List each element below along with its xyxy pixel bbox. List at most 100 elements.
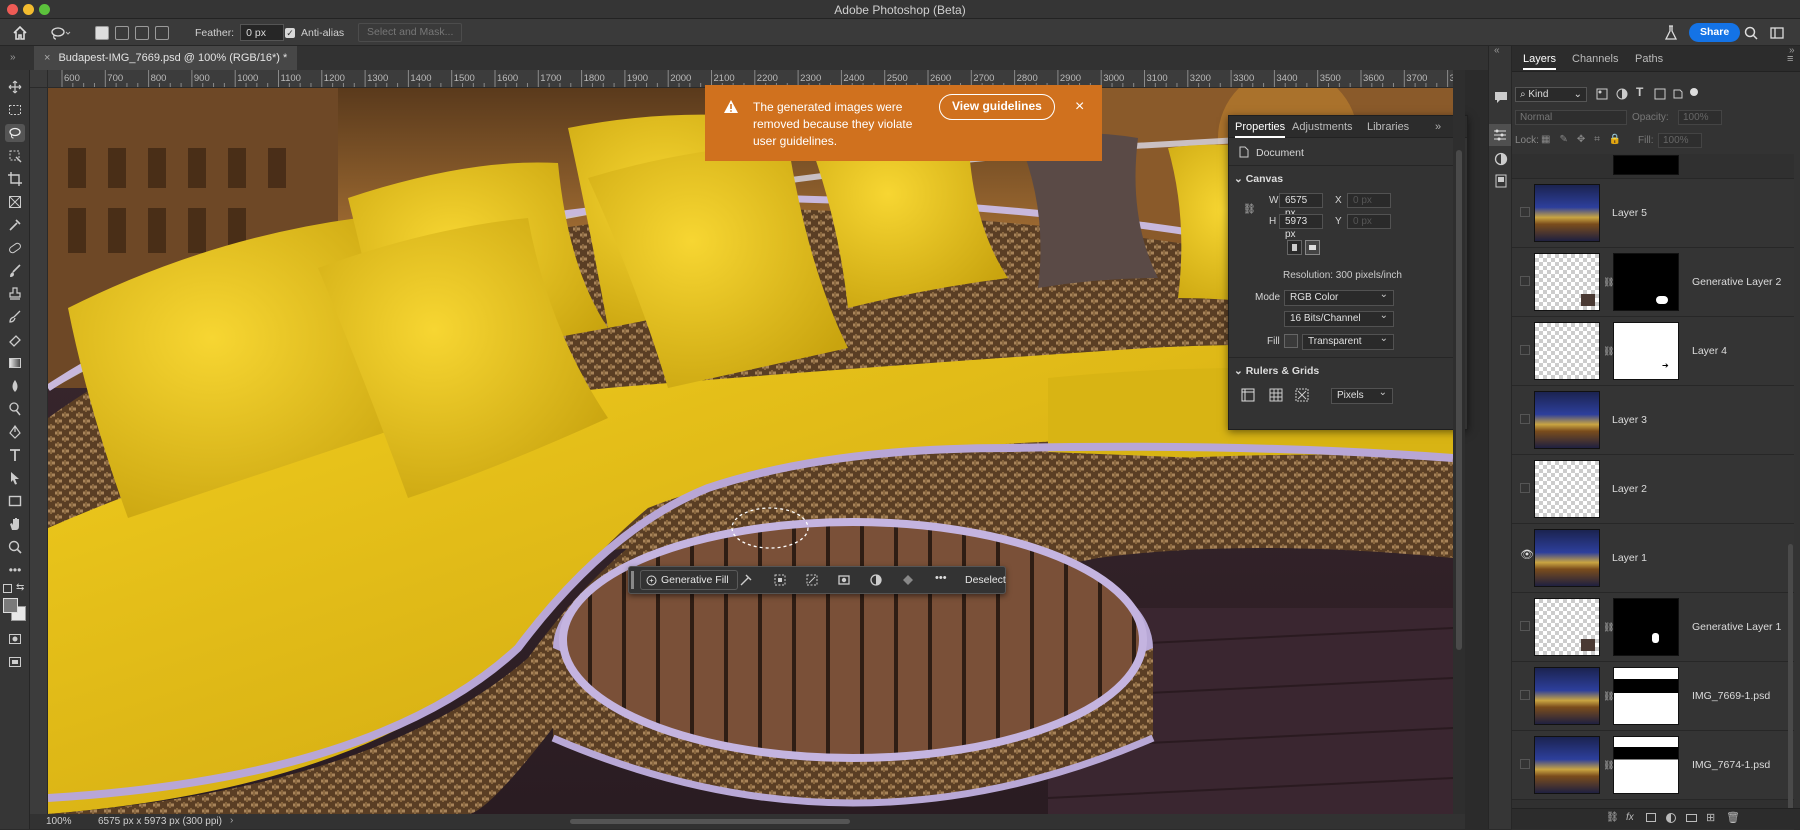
- landscape-orientation-icon[interactable]: [1305, 240, 1320, 255]
- tab-libraries[interactable]: Libraries: [1367, 121, 1409, 133]
- bit-depth-select[interactable]: 16 Bits/Channel: [1284, 309, 1394, 327]
- panel-expand-icon[interactable]: »: [1435, 121, 1441, 133]
- ruler-toggle-icon[interactable]: [1241, 388, 1255, 402]
- layer-mask-thumbnail[interactable]: [1613, 667, 1679, 725]
- more-options-icon[interactable]: •••: [935, 572, 947, 584]
- intersect-selection-button[interactable]: [155, 25, 169, 40]
- eraser-tool-icon[interactable]: [5, 331, 25, 349]
- layer-row[interactable]: ⛓ IMG_7669-1.psd: [1512, 662, 1794, 731]
- add-mask-icon[interactable]: [1646, 813, 1656, 822]
- visibility-toggle[interactable]: [1520, 690, 1530, 700]
- tab-properties[interactable]: Properties: [1235, 121, 1286, 138]
- layer-row[interactable]: 👁 Layer 1: [1512, 524, 1794, 593]
- mask-link-icon[interactable]: ⛓: [1603, 622, 1614, 632]
- layer-mask-thumbnail[interactable]: [1613, 155, 1679, 175]
- quick-mask-icon[interactable]: [5, 630, 25, 648]
- status-menu-chevron-icon[interactable]: ›: [230, 815, 233, 826]
- filter-smart-object-icon[interactable]: [1672, 88, 1684, 100]
- default-colors-icon[interactable]: [3, 584, 12, 593]
- fill-opacity-input[interactable]: 100%: [1658, 133, 1702, 148]
- lasso-tool-preset-icon[interactable]: [50, 19, 72, 46]
- tab-adjustments[interactable]: Adjustments: [1292, 121, 1353, 133]
- visibility-toggle[interactable]: [1520, 414, 1530, 424]
- adjustment-layer-icon[interactable]: [869, 573, 883, 590]
- visibility-toggle[interactable]: [1520, 276, 1530, 286]
- subtract-from-selection-button[interactable]: [135, 25, 149, 40]
- delete-layer-icon[interactable]: 🗑: [1726, 811, 1740, 824]
- new-group-icon[interactable]: [1686, 814, 1697, 822]
- opacity-input[interactable]: 100%: [1678, 110, 1722, 125]
- filter-toggle-icon[interactable]: [1690, 88, 1698, 96]
- layer-style-icon[interactable]: fx: [1626, 812, 1634, 823]
- new-selection-button[interactable]: [95, 25, 109, 40]
- layer-mask-thumbnail[interactable]: [1613, 598, 1679, 656]
- create-mask-icon[interactable]: [837, 573, 851, 590]
- layer-row[interactable]: Layer 3: [1512, 386, 1794, 455]
- crop-tool-icon[interactable]: [5, 170, 25, 188]
- zoom-tool-icon[interactable]: [5, 538, 25, 556]
- visibility-eye-icon[interactable]: 👁: [1520, 550, 1534, 561]
- pen-tool-icon[interactable]: [5, 423, 25, 441]
- link-layers-icon[interactable]: ⛓: [1606, 812, 1619, 823]
- filter-adjustment-icon[interactable]: [1616, 88, 1628, 100]
- lasso-tool-icon[interactable]: [5, 124, 25, 142]
- gradient-tool-icon[interactable]: [5, 354, 25, 372]
- pixel-grid-toggle-icon[interactable]: [1295, 388, 1309, 402]
- blend-mode-select[interactable]: Normal: [1515, 110, 1627, 125]
- collapse-dock-icon[interactable]: «: [1494, 45, 1500, 56]
- mask-link-icon[interactable]: ⛓: [1603, 691, 1614, 701]
- fill-select[interactable]: Transparent: [1302, 332, 1394, 350]
- mask-link-icon[interactable]: ⛓: [1603, 346, 1614, 356]
- visibility-toggle[interactable]: [1520, 621, 1530, 631]
- generative-fill-button[interactable]: Generative Fill: [640, 570, 738, 590]
- y-input[interactable]: 0 px: [1347, 214, 1391, 229]
- object-selection-tool-icon[interactable]: [5, 147, 25, 165]
- share-button[interactable]: Share: [1689, 23, 1741, 42]
- brush-tool-icon[interactable]: [5, 262, 25, 280]
- healing-brush-tool-icon[interactable]: [5, 239, 25, 257]
- feather-input[interactable]: 0 px: [240, 24, 285, 41]
- portrait-orientation-icon[interactable]: [1287, 240, 1302, 255]
- collapse-toolbar-icon[interactable]: »: [10, 52, 16, 63]
- fill-color-swatch[interactable]: [1284, 334, 1298, 348]
- lock-options-icons[interactable]: ▦✎✥⌗🔒: [1541, 134, 1630, 145]
- fill-selection-icon[interactable]: [901, 573, 915, 590]
- visibility-toggle[interactable]: [1520, 759, 1530, 769]
- document-tab[interactable]: × Budapest-IMG_7669.psd @ 100% (RGB/16*)…: [34, 46, 298, 70]
- properties-panel-icon[interactable]: [1489, 124, 1511, 146]
- tab-layers[interactable]: Layers: [1523, 53, 1557, 70]
- tab-channels[interactable]: Channels: [1572, 53, 1618, 65]
- rectangle-tool-icon[interactable]: [5, 492, 25, 510]
- home-icon[interactable]: [12, 19, 28, 46]
- layer-row[interactable]: ⛓ ➔ Layer 4: [1512, 317, 1794, 386]
- path-selection-tool-icon[interactable]: [5, 469, 25, 487]
- height-input[interactable]: 5973 px: [1279, 214, 1323, 240]
- blur-tool-icon[interactable]: [5, 377, 25, 395]
- layer-row[interactable]: ⛓ Generative Layer 1: [1512, 593, 1794, 662]
- screen-mode-icon[interactable]: [5, 653, 25, 671]
- eyedropper-tool-icon[interactable]: [5, 216, 25, 234]
- color-mode-select[interactable]: RGB Color: [1284, 288, 1394, 306]
- select-and-mask-button[interactable]: Select and Mask...: [358, 23, 463, 42]
- modify-selection-icon[interactable]: [739, 573, 753, 590]
- mask-link-icon[interactable]: ⛓: [1603, 277, 1614, 287]
- new-layer-icon[interactable]: ⊞: [1706, 811, 1715, 824]
- rulers-grids-section-header[interactable]: ⌄ Rulers & Grids: [1234, 365, 1319, 377]
- layer-row[interactable]: ⛓ IMG_7674-1.psd: [1512, 731, 1794, 800]
- new-adjustment-layer-icon[interactable]: [1666, 813, 1676, 823]
- close-notification-icon[interactable]: ×: [1075, 99, 1084, 115]
- libraries-panel-icon[interactable]: [1494, 174, 1508, 188]
- type-tool-icon[interactable]: [5, 446, 25, 464]
- select-subject-icon[interactable]: [773, 573, 787, 590]
- more-tools-icon[interactable]: •••: [5, 561, 25, 579]
- visibility-toggle[interactable]: [1520, 483, 1530, 493]
- ruler-origin[interactable]: [30, 70, 48, 88]
- add-to-selection-button[interactable]: [115, 25, 129, 40]
- swap-colors-icon[interactable]: ⇆: [16, 582, 24, 593]
- canvas-vertical-scrollbar[interactable]: [1453, 70, 1465, 814]
- filter-shape-icon[interactable]: [1654, 88, 1666, 100]
- filter-type-icon[interactable]: T: [1636, 85, 1643, 99]
- filter-kind-select[interactable]: ⌕ Kind ⌄: [1515, 87, 1587, 102]
- clone-stamp-tool-icon[interactable]: [5, 285, 25, 303]
- layers-scrollbar[interactable]: [1788, 544, 1793, 814]
